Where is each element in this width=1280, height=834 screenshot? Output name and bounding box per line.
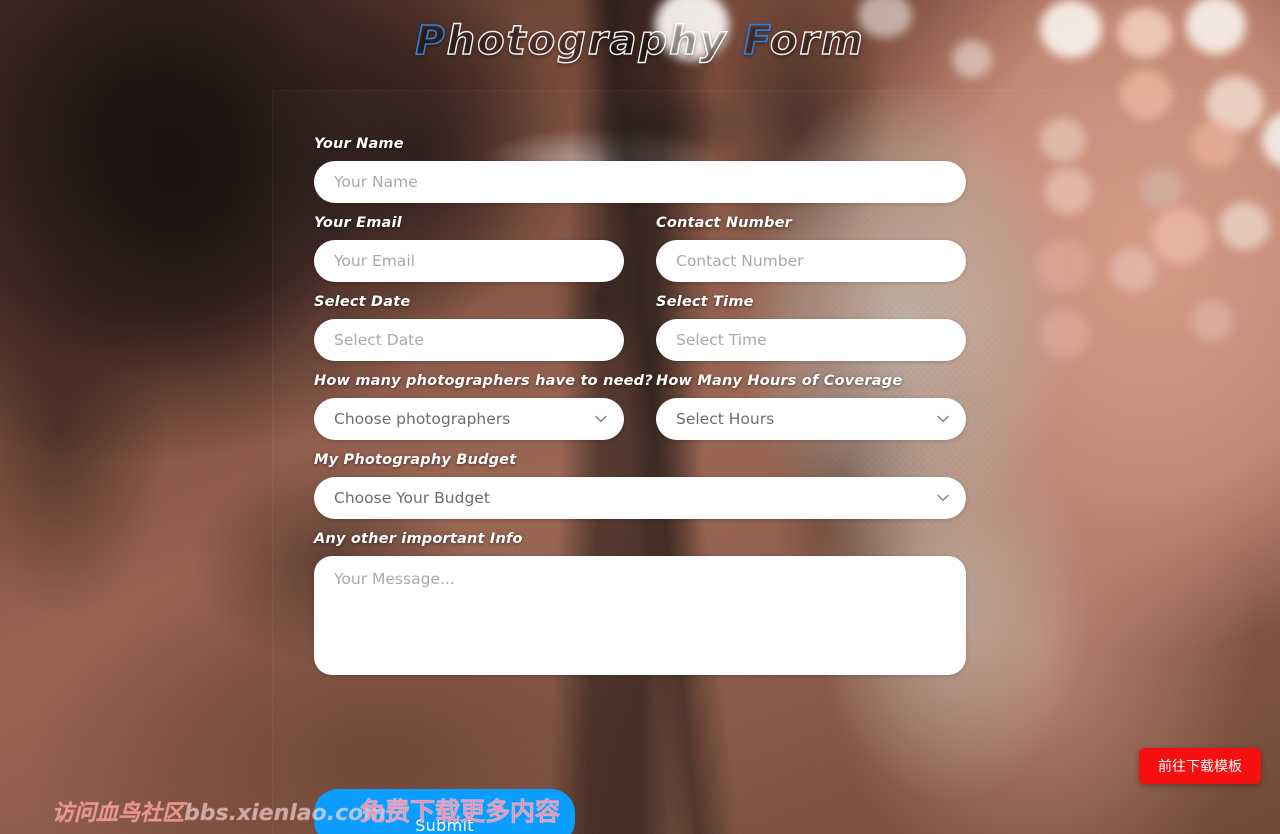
- title-cap-f: F: [743, 17, 770, 65]
- field-message: Any other important Info: [314, 531, 966, 675]
- field-hours-coverage: How Many Hours of Coverage Select Hours: [656, 373, 966, 440]
- field-your-name: Your Name: [314, 136, 966, 203]
- input-select-time[interactable]: [656, 319, 966, 361]
- form-row-name: Your Name: [314, 136, 966, 215]
- form-row-budget: My Photography Budget Choose Your Budget: [314, 452, 966, 531]
- label-select-time: Select Time: [656, 294, 754, 310]
- field-photographers: How many photographers have to need? Cho…: [314, 373, 653, 440]
- field-select-time: Select Time: [656, 294, 966, 361]
- select-wrap-photographers: Choose photographers: [314, 398, 624, 440]
- select-hours[interactable]: Select Hours: [656, 398, 966, 440]
- label-contact-number: Contact Number: [656, 215, 792, 231]
- select-wrap-budget: Choose Your Budget: [314, 477, 966, 519]
- page-root: Photography Form Your Name Your Email Co…: [0, 0, 1280, 834]
- field-budget: My Photography Budget Choose Your Budget: [314, 452, 966, 519]
- input-your-name[interactable]: [314, 161, 966, 203]
- label-select-date: Select Date: [314, 294, 411, 310]
- input-contact-number[interactable]: [656, 240, 966, 282]
- label-your-email: Your Email: [314, 215, 402, 231]
- select-photographers[interactable]: Choose photographers: [314, 398, 624, 440]
- label-budget: My Photography Budget: [314, 452, 517, 468]
- input-select-date[interactable]: [314, 319, 624, 361]
- label-your-name: Your Name: [314, 136, 404, 152]
- download-template-button[interactable]: 前往下载模板: [1139, 748, 1261, 784]
- page-title: Photography Form: [0, 17, 1280, 65]
- label-message: Any other important Info: [314, 531, 523, 547]
- form-row-email-contact: Your Email Contact Number: [314, 215, 966, 294]
- submit-button[interactable]: Submit: [314, 789, 575, 834]
- input-your-email[interactable]: [314, 240, 624, 282]
- title-word-form: orm: [769, 17, 865, 64]
- photography-form: Your Name Your Email Contact Number Sele…: [314, 136, 966, 687]
- title-cap-p: P: [414, 17, 447, 65]
- select-budget[interactable]: Choose Your Budget: [314, 477, 966, 519]
- textarea-message[interactable]: [314, 556, 966, 675]
- label-hours-coverage: How Many Hours of Coverage: [656, 373, 903, 389]
- form-row-date-time: Select Date Select Time: [314, 294, 966, 373]
- form-row-message: Any other important Info: [314, 531, 966, 687]
- field-contact-number: Contact Number: [656, 215, 966, 282]
- form-row-photographers-hours: How many photographers have to need? Cho…: [314, 373, 966, 452]
- title-word-photography: hotography: [446, 17, 728, 64]
- field-select-date: Select Date: [314, 294, 624, 361]
- label-photographers: How many photographers have to need?: [314, 373, 653, 389]
- select-wrap-hours: Select Hours: [656, 398, 966, 440]
- field-your-email: Your Email: [314, 215, 624, 282]
